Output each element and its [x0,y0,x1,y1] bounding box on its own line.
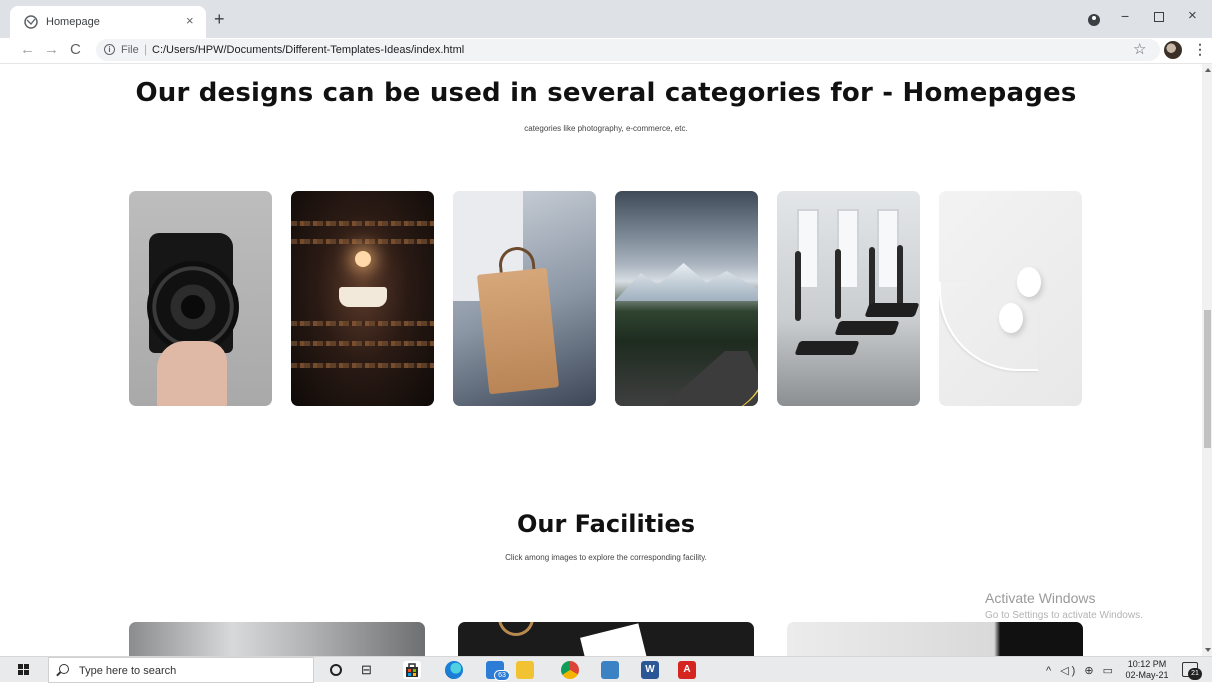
clock-date: 02-May-21 [1125,670,1169,680]
task-view-icon[interactable]: ⊟ [361,662,379,680]
mug [498,622,534,636]
camera-lens [147,261,239,353]
treadmill-belt [864,303,920,317]
facility-card[interactable] [129,622,425,656]
hand [157,341,227,406]
window-maximize-button[interactable] [1154,12,1164,22]
lamp-glow [355,251,371,267]
profile-avatar[interactable] [1164,41,1182,59]
category-card-travel[interactable] [615,191,758,406]
road-lines [681,353,758,406]
tab-title: Homepage [46,16,100,28]
browser-menu-icon[interactable]: ⋮ [1193,41,1207,58]
file-explorer-icon[interactable] [516,661,534,679]
search-placeholder: Type here to search [79,665,177,677]
treadmill-rail [795,251,801,321]
window-minimize-button[interactable]: − [1121,8,1129,24]
shelf [291,221,434,226]
bookmark-star-icon[interactable]: ☆ [1133,40,1146,58]
new-tab-button[interactable]: + [214,10,225,28]
category-gallery [129,191,1089,406]
globe-icon [24,15,38,29]
taskbar-search-box[interactable]: Type here to search [48,657,314,683]
search-icon [59,664,69,674]
mountains [615,263,758,301]
notification-count-badge: 21 [1188,668,1202,680]
activate-windows-subtitle: Go to Settings to activate Windows. [985,610,1143,621]
store-icon[interactable] [403,661,421,679]
edge-browser-icon[interactable] [445,661,463,679]
window-close-button[interactable]: × [1188,7,1197,24]
treadmill-belt [794,341,860,355]
scroll-thumb[interactable] [1204,310,1211,448]
cortana-icon[interactable] [330,664,342,676]
url-scheme: File [121,44,139,56]
facilities-subtitle: Click among images to explore the corres… [505,553,707,562]
acrobat-icon[interactable]: A [678,661,696,679]
treadmill-rail [835,249,841,319]
earbud [1017,267,1041,297]
windows-start-icon[interactable] [18,664,30,676]
facilities-title: Our Facilities [516,510,696,538]
tab-homepage[interactable]: Homepage × [10,6,206,38]
page-scrollbar[interactable] [1202,64,1212,656]
category-card-fitness[interactable] [777,191,920,406]
photos-icon[interactable] [601,661,619,679]
scroll-down-arrow-icon[interactable] [1205,648,1211,652]
shelf [291,341,434,346]
tab-close-icon[interactable]: × [186,13,194,29]
info-icon[interactable]: i [104,44,115,55]
clock-time: 10:12 PM [1127,659,1167,669]
shelf [291,239,434,244]
category-card-library[interactable] [291,191,434,406]
forward-button[interactable]: → [44,40,59,60]
shopping-bag [476,267,560,395]
facility-card[interactable] [458,622,754,656]
url-text[interactable]: C:/Users/HPW/Documents/Different-Templat… [152,43,464,57]
browser-toolbar: ← → C i File | C:/Users/HPW/Documents/Di… [0,38,1212,64]
hero-title: Our designs can be used in several categ… [135,78,1077,108]
category-card-photography[interactable] [129,191,272,406]
category-card-electronics[interactable] [939,191,1082,406]
earbud [999,303,1023,333]
url-separator: | [144,42,148,56]
category-card-shopping[interactable] [453,191,596,406]
treadmill-belt [834,321,900,335]
chrome-icon[interactable] [561,661,579,679]
window-pane [877,209,899,289]
mail-badge: 63 [494,670,510,681]
shelf [291,363,434,368]
scroll-up-arrow-icon[interactable] [1205,68,1211,72]
reload-button[interactable]: C [70,40,81,60]
shelf [291,321,434,326]
back-button[interactable]: ← [20,40,35,60]
account-icon[interactable] [1087,13,1101,27]
open-book [339,287,387,307]
taskbar-clock[interactable]: 10:12 PM 02-May-21 [1120,659,1174,681]
page-viewport: Our designs can be used in several categ… [0,64,1202,656]
windows-taskbar: Type here to search ⊟ 63 W A ^ ◁) ⊕ ▭ 10… [0,656,1212,683]
word-icon[interactable]: W [641,661,659,679]
system-tray-icons[interactable]: ^ ◁) ⊕ ▭ [1046,664,1116,677]
address-bar[interactable]: i File | C:/Users/HPW/Documents/Differen… [96,39,1160,61]
activate-windows-title: Activate Windows [985,590,1096,606]
facility-card[interactable] [787,622,1083,656]
paper-sheet [580,623,648,656]
hero-subtitle: categories like photography, e-commerce,… [524,124,688,133]
browser-tabstrip: Homepage × + − × [0,0,1212,38]
